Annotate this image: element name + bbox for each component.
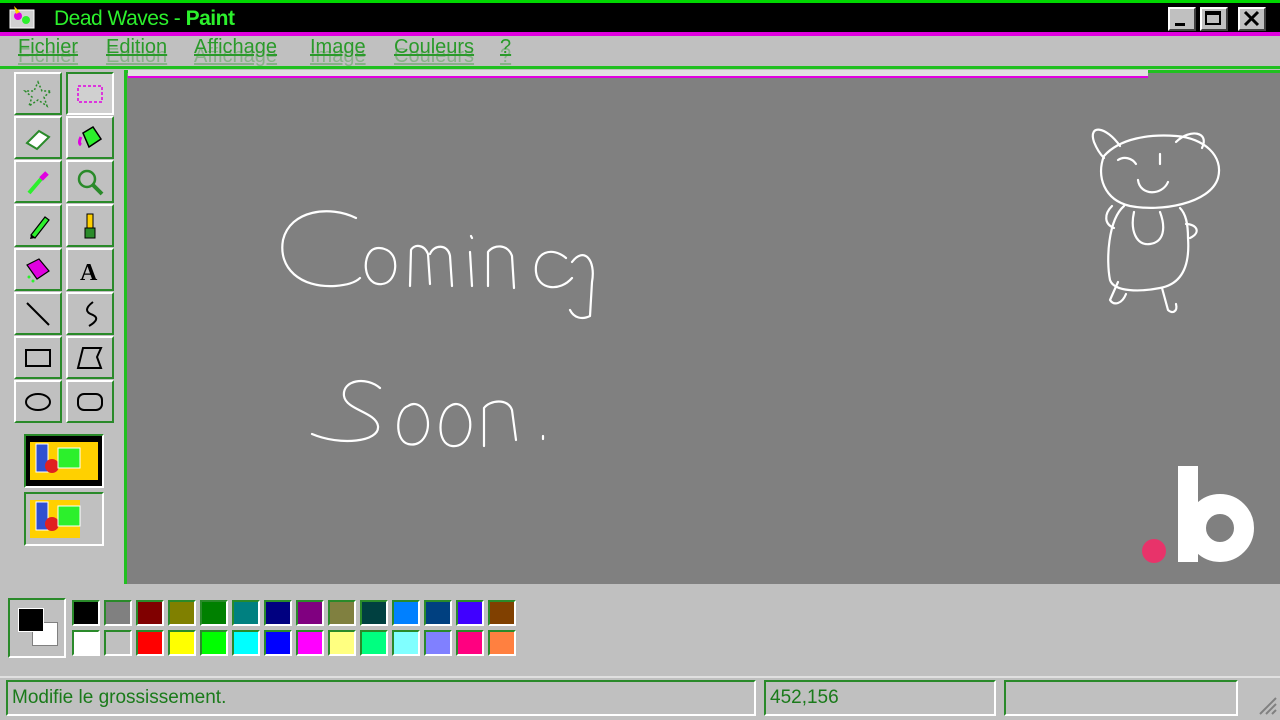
- palette-swatch[interactable]: [168, 630, 196, 656]
- palette-swatch[interactable]: [328, 630, 356, 656]
- brand-logo: [1142, 466, 1254, 563]
- status-message: Modifie le grossissement.: [6, 680, 756, 716]
- maximize-button[interactable]: [1200, 7, 1228, 31]
- app-paint-icon[interactable]: [6, 4, 40, 32]
- tool-rect-select[interactable]: [66, 72, 114, 115]
- tool-rectangle[interactable]: [14, 336, 62, 379]
- palette-swatch[interactable]: [296, 630, 324, 656]
- menu-image[interactable]: Image: [310, 36, 366, 59]
- foreground-color-swatch: [18, 608, 44, 632]
- status-bar: Modifie le grossissement. 452,156: [0, 676, 1280, 720]
- rectangle-icon: [25, 348, 51, 367]
- menu-bar: Fichier Edition Affichage Image Couleurs…: [0, 36, 1280, 66]
- window-title: Dead Waves - Paint: [54, 7, 235, 30]
- palette-swatch[interactable]: [264, 630, 292, 656]
- minimize-icon: [1175, 23, 1185, 26]
- palette-swatch[interactable]: [136, 600, 164, 626]
- rect-select-icon: [77, 84, 103, 103]
- palette-swatch[interactable]: [488, 600, 516, 626]
- palette-swatch[interactable]: [72, 630, 100, 656]
- close-button[interactable]: [1238, 7, 1266, 31]
- tool-magnifier[interactable]: [66, 160, 114, 203]
- tool-option-opaque[interactable]: [24, 434, 104, 488]
- tool-pencil[interactable]: [14, 204, 62, 247]
- menu-couleurs[interactable]: Couleurs: [394, 36, 474, 59]
- palette-swatch[interactable]: [392, 600, 420, 626]
- cat-doodle: [1091, 128, 1221, 314]
- palette-swatch[interactable]: [232, 600, 260, 626]
- palette-swatch[interactable]: [72, 600, 100, 626]
- transparent-option-icon: [30, 500, 81, 538]
- palette-swatch[interactable]: [424, 630, 452, 656]
- toolbox: A: [12, 72, 118, 550]
- status-selection-size: [1004, 680, 1238, 716]
- tool-rounded-rect[interactable]: [66, 380, 114, 423]
- tool-brush[interactable]: [66, 204, 114, 247]
- opaque-option-icon: [30, 442, 98, 480]
- curve-icon: [86, 300, 98, 327]
- resize-grip-icon[interactable]: [1256, 694, 1278, 716]
- fill-icon: [78, 125, 103, 148]
- menu-fichier[interactable]: Fichier: [18, 36, 78, 59]
- coming-soon-drawing: [281, 210, 594, 448]
- tool-ellipse[interactable]: [14, 380, 62, 423]
- tool-option-transparent[interactable]: [24, 492, 104, 546]
- palette-swatch[interactable]: [232, 630, 260, 656]
- palette-swatch[interactable]: [200, 600, 228, 626]
- palette-swatch[interactable]: [424, 600, 452, 626]
- line-icon: [26, 301, 50, 326]
- svg-text:A: A: [80, 260, 98, 285]
- menu-affichage[interactable]: Affichage: [194, 36, 277, 59]
- tool-polygon[interactable]: [66, 336, 114, 379]
- free-select-icon: [23, 79, 53, 108]
- tool-curve[interactable]: [66, 292, 114, 335]
- palette-swatch[interactable]: [200, 630, 228, 656]
- palette-swatch[interactable]: [296, 600, 324, 626]
- eraser-icon: [25, 129, 51, 150]
- title-bar: Dead Waves - Paint: [0, 0, 1280, 36]
- palette-swatch[interactable]: [488, 630, 516, 656]
- menu-divider: [0, 66, 1280, 69]
- palette-swatch[interactable]: [328, 600, 356, 626]
- brush-icon: [84, 213, 96, 238]
- current-colors[interactable]: [8, 598, 66, 658]
- tool-free-select[interactable]: [14, 72, 62, 115]
- tool-airbrush[interactable]: [14, 248, 62, 291]
- status-coordinates: 452,156: [764, 680, 996, 716]
- palette-swatch[interactable]: [360, 600, 388, 626]
- tool-line[interactable]: [14, 292, 62, 335]
- minimize-button[interactable]: [1168, 7, 1196, 31]
- magnifier-icon: [77, 169, 104, 195]
- palette-swatch[interactable]: [456, 600, 484, 626]
- canvas-drawing: [281, 128, 1221, 448]
- palette-swatch[interactable]: [360, 630, 388, 656]
- palette-swatch[interactable]: [456, 630, 484, 656]
- airbrush-icon: [26, 257, 50, 282]
- palette-swatch[interactable]: [104, 630, 132, 656]
- rounded-rect-icon: [77, 392, 103, 411]
- text-icon: A: [80, 260, 98, 285]
- palette-swatch[interactable]: [168, 600, 196, 626]
- color-picker-icon: [27, 170, 49, 194]
- close-icon: [1243, 10, 1260, 27]
- ellipse-icon: [25, 392, 51, 411]
- palette-swatch[interactable]: [264, 600, 292, 626]
- menu-edition[interactable]: Edition: [106, 36, 167, 59]
- palette-swatch[interactable]: [136, 630, 164, 656]
- tool-color-picker[interactable]: [14, 160, 62, 203]
- tool-fill[interactable]: [66, 116, 114, 159]
- color-palette: [8, 598, 528, 660]
- polygon-icon: [76, 346, 103, 369]
- tool-text[interactable]: A: [66, 248, 114, 291]
- tool-eraser[interactable]: [14, 116, 62, 159]
- palette-swatch[interactable]: [392, 630, 420, 656]
- palette-swatch[interactable]: [104, 600, 132, 626]
- pencil-icon: [30, 215, 50, 239]
- menu-help[interactable]: ?: [500, 36, 511, 59]
- maximize-icon: [1205, 11, 1221, 25]
